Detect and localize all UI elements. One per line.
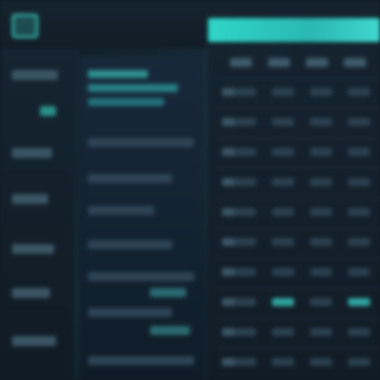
table-cell[interactable] <box>348 328 370 336</box>
table-cell[interactable] <box>234 238 256 246</box>
sidebar-item[interactable] <box>12 148 52 158</box>
sidebar-item[interactable] <box>12 70 58 80</box>
table-row-divider <box>216 228 380 229</box>
table-cell[interactable] <box>310 298 332 306</box>
table-cell[interactable] <box>234 208 256 216</box>
table-cell[interactable] <box>348 298 370 306</box>
panel-subtitle-bar <box>88 98 164 106</box>
table-row-divider <box>216 258 380 259</box>
sidebar-item[interactable] <box>12 244 54 254</box>
table-cell[interactable] <box>234 148 256 156</box>
table-cell[interactable] <box>272 328 294 336</box>
table-cell[interactable] <box>272 298 294 306</box>
table-cell[interactable] <box>272 88 294 96</box>
table-row-divider <box>216 318 380 319</box>
table-cell[interactable] <box>272 238 294 246</box>
table-row-divider <box>216 198 380 199</box>
table-cell[interactable] <box>310 88 332 96</box>
table-column-header[interactable] <box>268 58 290 67</box>
table-cell[interactable] <box>272 148 294 156</box>
table-cell[interactable] <box>272 268 294 276</box>
table-cell[interactable] <box>348 268 370 276</box>
table-cell[interactable] <box>348 178 370 186</box>
table-cell[interactable] <box>310 268 332 276</box>
list-item[interactable] <box>88 240 172 249</box>
table-cell[interactable] <box>310 328 332 336</box>
table-row-divider <box>216 138 380 139</box>
sidebar-item[interactable] <box>12 288 50 298</box>
table-cell[interactable] <box>234 328 256 336</box>
table-row-divider <box>216 288 380 289</box>
panel-subtitle-bar <box>88 84 178 92</box>
table-row-divider <box>216 108 380 109</box>
table-row-divider <box>216 78 380 79</box>
table-header-highlight <box>208 18 380 42</box>
list-item[interactable] <box>88 356 194 365</box>
table-column-header[interactable] <box>306 58 328 67</box>
list-item[interactable] <box>88 206 154 215</box>
table-cell[interactable] <box>310 238 332 246</box>
panel-title-bar <box>88 70 148 78</box>
table-cell[interactable] <box>348 148 370 156</box>
table-cell[interactable] <box>348 88 370 96</box>
table-cell[interactable] <box>348 208 370 216</box>
list-item[interactable] <box>88 272 194 281</box>
sidebar-item[interactable] <box>12 194 48 204</box>
table-cell[interactable] <box>310 148 332 156</box>
table-cell[interactable] <box>234 268 256 276</box>
divider <box>205 48 206 380</box>
divider <box>76 48 77 380</box>
table-cell[interactable] <box>272 358 294 366</box>
sidebar <box>0 48 74 380</box>
table-cell[interactable] <box>272 178 294 186</box>
table-cell[interactable] <box>272 208 294 216</box>
table-cell[interactable] <box>310 118 332 126</box>
table-cell[interactable] <box>348 358 370 366</box>
table-column-header[interactable] <box>230 58 252 67</box>
table-cell[interactable] <box>310 208 332 216</box>
table-cell[interactable] <box>234 118 256 126</box>
table-cell[interactable] <box>310 358 332 366</box>
app-logo-icon <box>12 14 38 38</box>
sidebar-item-active[interactable] <box>40 106 56 116</box>
table-row-divider <box>216 168 380 169</box>
table-cell[interactable] <box>272 118 294 126</box>
list-item[interactable] <box>88 308 172 317</box>
app-screen <box>0 0 380 380</box>
table-column-header[interactable] <box>344 58 366 67</box>
table-cell[interactable] <box>234 358 256 366</box>
list-item[interactable] <box>88 138 194 147</box>
table-cell[interactable] <box>234 88 256 96</box>
table-cell[interactable] <box>310 178 332 186</box>
list-item-tag <box>150 326 190 335</box>
list-item[interactable] <box>88 174 172 183</box>
sidebar-item[interactable] <box>12 336 56 346</box>
table-cell[interactable] <box>234 178 256 186</box>
table-cell[interactable] <box>234 298 256 306</box>
data-table <box>208 44 380 380</box>
table-row-divider <box>216 348 380 349</box>
list-item-tag <box>150 288 186 297</box>
table-cell[interactable] <box>348 238 370 246</box>
list-panel <box>80 56 202 380</box>
table-cell[interactable] <box>348 118 370 126</box>
